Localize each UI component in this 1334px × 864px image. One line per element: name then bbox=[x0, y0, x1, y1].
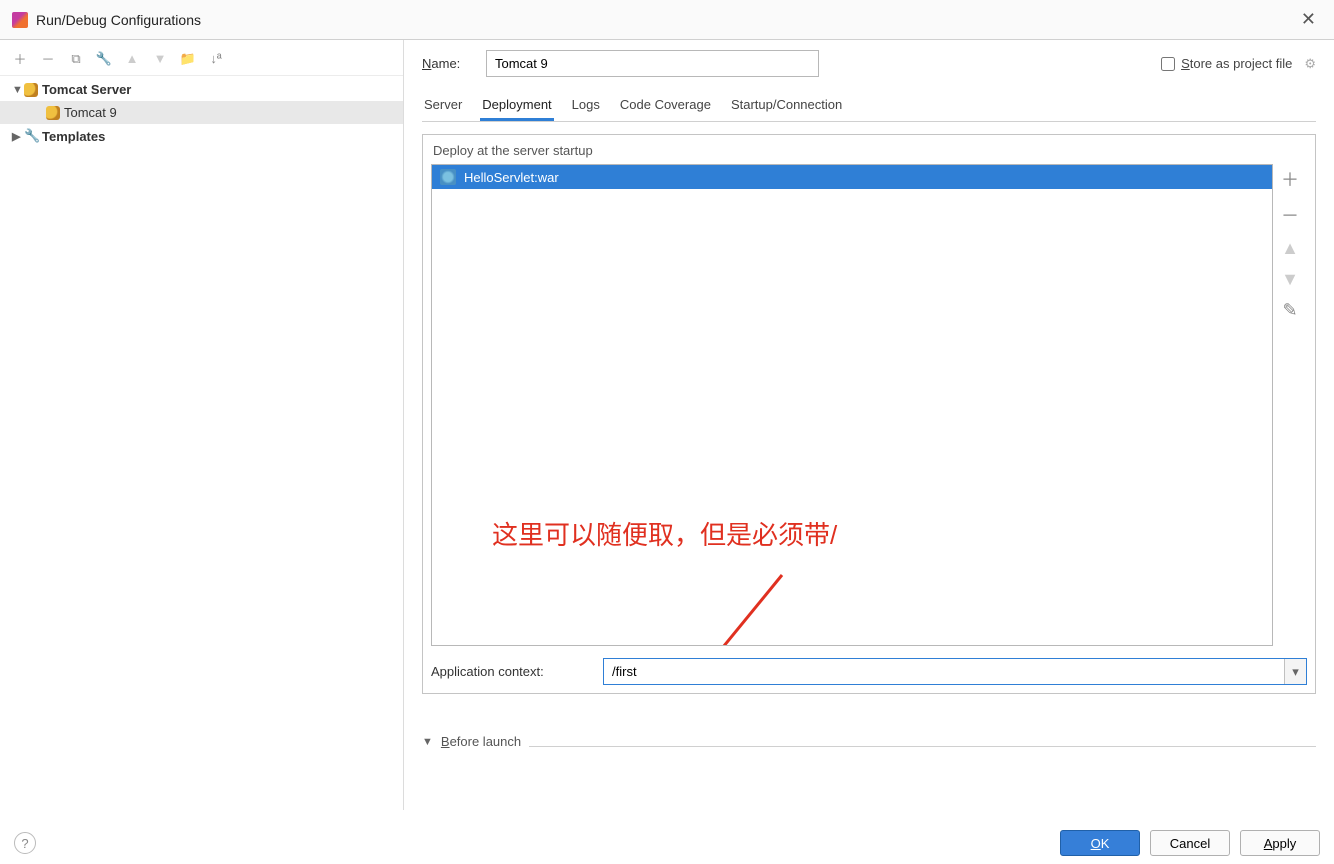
tab-deployment[interactable]: Deployment bbox=[480, 91, 553, 121]
tomcat-icon bbox=[24, 83, 38, 97]
add-icon[interactable]: ＋ bbox=[1281, 166, 1299, 192]
annotation-arrow-icon bbox=[682, 565, 802, 646]
deploy-section-title: Deploy at the server startup bbox=[433, 143, 1307, 158]
tree-label: Tomcat 9 bbox=[64, 105, 117, 120]
bottom-bar: ? OOKK Cancel Apply bbox=[0, 822, 1334, 864]
tab-logs[interactable]: Logs bbox=[570, 91, 602, 121]
chevron-down-icon: ▼ bbox=[12, 84, 24, 96]
deploy-section: Deploy at the server startup HelloServle… bbox=[422, 134, 1316, 694]
tomcat-icon bbox=[46, 106, 60, 120]
name-input[interactable] bbox=[486, 50, 819, 77]
add-icon[interactable]: ＋ bbox=[10, 49, 30, 69]
apply-button[interactable]: Apply bbox=[1240, 830, 1320, 856]
down-icon[interactable]: ▼ bbox=[150, 49, 170, 69]
chevron-down-icon[interactable]: ▾ bbox=[1284, 659, 1306, 684]
app-context-input[interactable] bbox=[604, 659, 1284, 684]
sort-icon[interactable]: ↓ª bbox=[206, 49, 226, 69]
store-row[interactable]: Store as project file ⚙ bbox=[1161, 56, 1316, 72]
store-checkbox[interactable] bbox=[1161, 57, 1175, 71]
deploy-item[interactable]: HelloServlet:war bbox=[432, 165, 1272, 189]
tree-node-tomcat-server[interactable]: ▼ Tomcat Server bbox=[0, 78, 403, 101]
store-label: Store as project file bbox=[1181, 56, 1292, 71]
main-split: ＋ － ⧉ 🔧 ▲ ▼ 📁 ↓ª ▼ Tomcat Server Tomcat … bbox=[0, 40, 1334, 810]
gear-icon[interactable]: ⚙ bbox=[1304, 56, 1316, 72]
copy-icon[interactable]: ⧉ bbox=[66, 49, 86, 69]
app-context-label: Application context: bbox=[431, 664, 591, 679]
cancel-button[interactable]: Cancel bbox=[1150, 830, 1230, 856]
wrench-icon: 🔧 bbox=[24, 128, 42, 144]
titlebar: Run/Debug Configurations ✕ bbox=[0, 0, 1334, 40]
before-launch-label: Before launch bbox=[441, 734, 521, 749]
tab-code-coverage[interactable]: Code Coverage bbox=[618, 91, 713, 121]
tree-label: Templates bbox=[42, 129, 105, 144]
remove-icon[interactable]: － bbox=[38, 49, 58, 69]
tree-node-tomcat-9[interactable]: Tomcat 9 bbox=[0, 101, 403, 124]
up-icon[interactable]: ▲ bbox=[122, 49, 142, 69]
artifact-icon bbox=[440, 169, 456, 185]
tabs: Server Deployment Logs Code Coverage Sta… bbox=[422, 91, 1316, 122]
ok-button[interactable]: OOKK bbox=[1060, 830, 1140, 856]
tab-server[interactable]: Server bbox=[422, 91, 464, 121]
deploy-area: HelloServlet:war 这里可以随便取，但是必须带/ ＋ － ▲ ▼ … bbox=[431, 164, 1307, 646]
name-label: Name: bbox=[422, 56, 472, 71]
tree-node-templates[interactable]: ▶ 🔧 Templates bbox=[0, 124, 403, 148]
config-toolbar: ＋ － ⧉ 🔧 ▲ ▼ 📁 ↓ª bbox=[0, 46, 403, 76]
right-pane: Name: Store as project file ⚙ Server Dep… bbox=[404, 40, 1334, 810]
left-pane: ＋ － ⧉ 🔧 ▲ ▼ 📁 ↓ª ▼ Tomcat Server Tomcat … bbox=[0, 40, 404, 810]
wrench-icon[interactable]: 🔧 bbox=[94, 49, 114, 69]
deploy-item-label: HelloServlet:war bbox=[464, 170, 559, 185]
tree-label: Tomcat Server bbox=[42, 82, 131, 97]
separator bbox=[529, 746, 1316, 747]
remove-icon[interactable]: － bbox=[1281, 202, 1299, 228]
tab-startup-connection[interactable]: Startup/Connection bbox=[729, 91, 844, 121]
before-launch[interactable]: ▼ Before launch bbox=[422, 734, 1316, 749]
deploy-tools: ＋ － ▲ ▼ ✎ bbox=[1273, 164, 1307, 646]
annotation-text: 这里可以随便取，但是必须带/ bbox=[492, 515, 837, 552]
dialog-title: Run/Debug Configurations bbox=[36, 12, 1295, 28]
edit-icon[interactable]: ✎ bbox=[1282, 300, 1297, 321]
up-icon[interactable]: ▲ bbox=[1281, 238, 1299, 259]
help-icon[interactable]: ? bbox=[14, 832, 36, 854]
name-row: Name: Store as project file ⚙ bbox=[422, 50, 1316, 77]
app-context-row: Application context: ▾ bbox=[431, 658, 1307, 685]
config-tree: ▼ Tomcat Server Tomcat 9 ▶ 🔧 Templates bbox=[0, 76, 403, 810]
app-context-combo[interactable]: ▾ bbox=[603, 658, 1307, 685]
down-icon[interactable]: ▼ bbox=[1281, 269, 1299, 290]
chevron-right-icon: ▶ bbox=[12, 130, 24, 143]
chevron-down-icon: ▼ bbox=[422, 736, 433, 748]
deploy-list[interactable]: HelloServlet:war 这里可以随便取，但是必须带/ bbox=[431, 164, 1273, 646]
intellij-icon bbox=[12, 12, 28, 28]
close-icon[interactable]: ✕ bbox=[1295, 9, 1322, 30]
folder-icon[interactable]: 📁 bbox=[178, 49, 198, 69]
